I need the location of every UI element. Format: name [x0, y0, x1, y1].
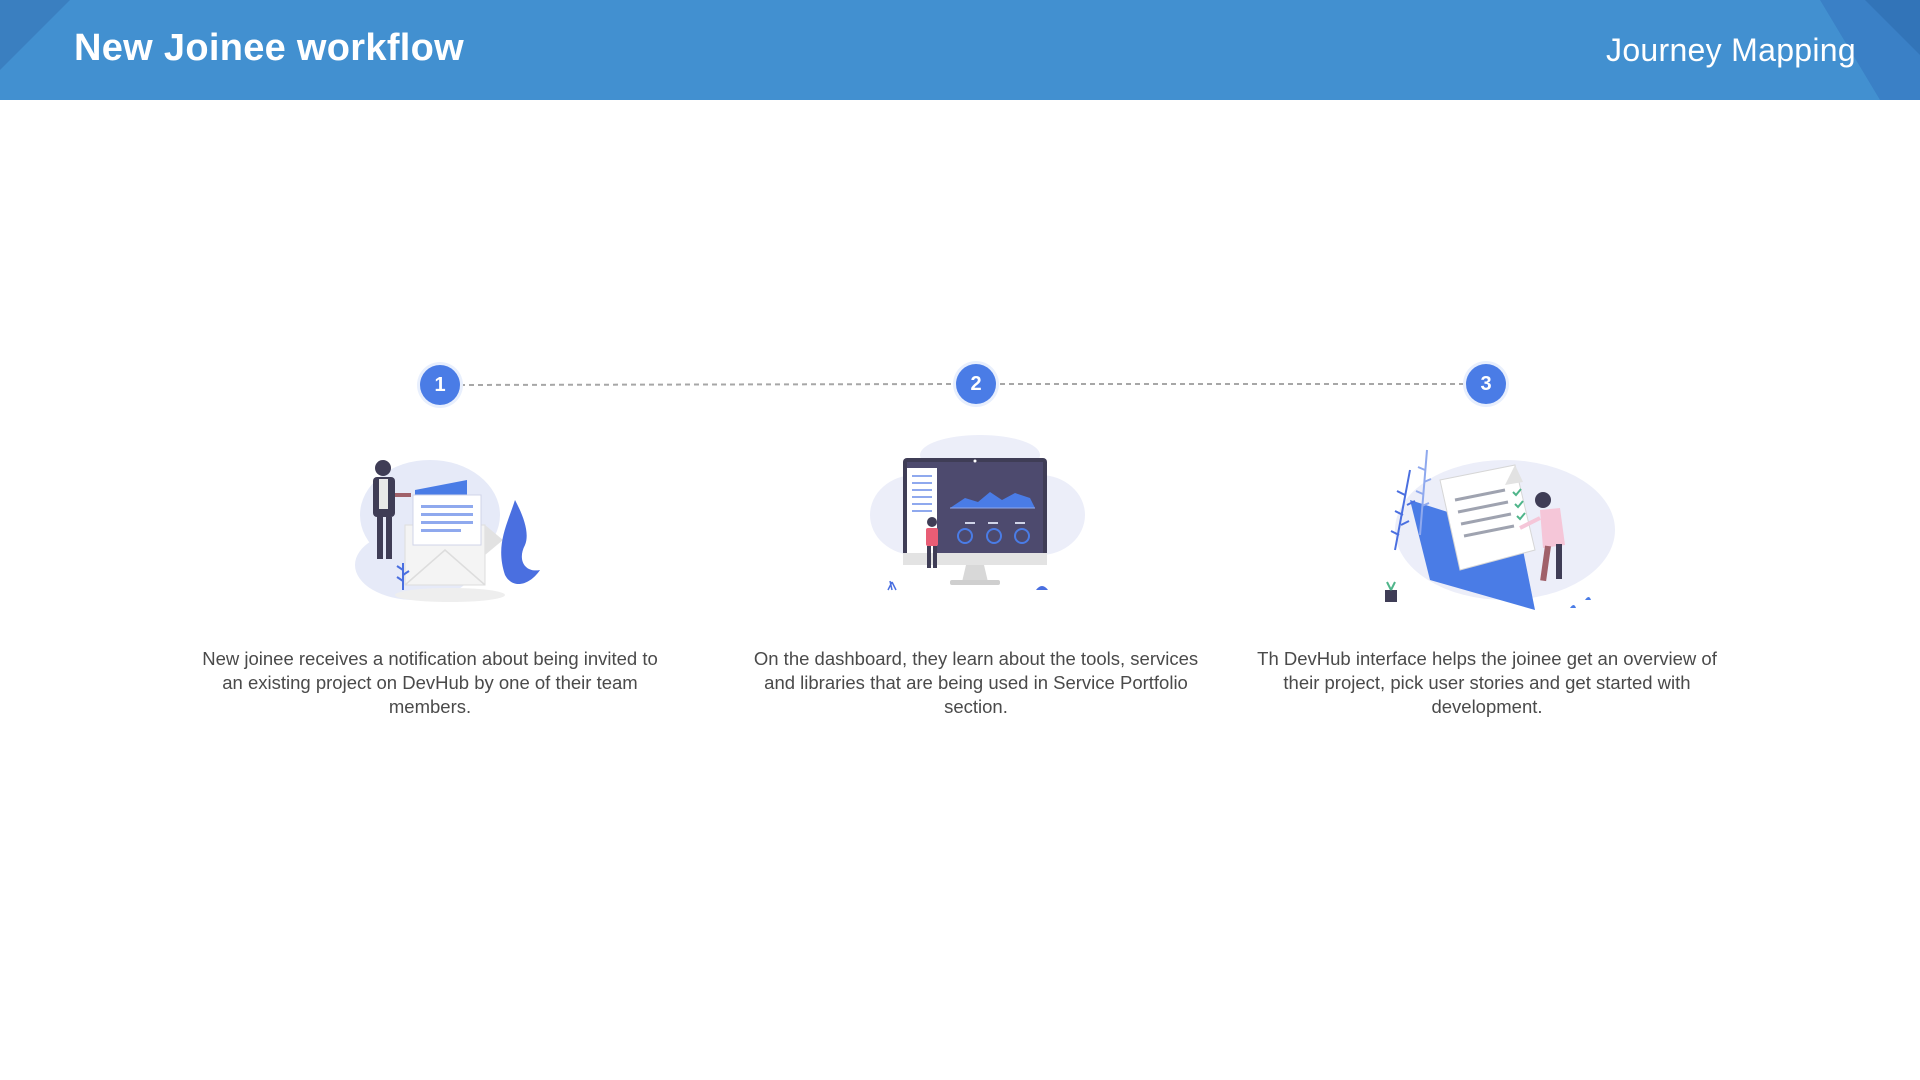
step-2-description: On the dashboard, they learn about the t…: [753, 648, 1199, 717]
document-review-illustration: [1385, 449, 1615, 610]
envelope-notification-illustration: [355, 460, 540, 602]
step-1-description: New joinee receives a notification about…: [202, 648, 658, 717]
step-2-badge: 2: [956, 364, 996, 404]
left-corner-decoration: [0, 0, 70, 70]
header-bar: New Joinee workflow Journey Mapping: [0, 0, 1920, 100]
page-subtitle: Journey Mapping: [1606, 32, 1856, 68]
dashboard-monitor-illustration: [870, 435, 1085, 591]
page-title: New Joinee workflow: [74, 27, 465, 69]
step-3-description: Th DevHub interface helps the joinee get…: [1257, 648, 1717, 717]
step-1-badge: 1: [420, 365, 460, 405]
slide: New Joinee workflow Journey Mapping 1 2 …: [0, 0, 1920, 1080]
step-3-badge: 3: [1466, 364, 1506, 404]
